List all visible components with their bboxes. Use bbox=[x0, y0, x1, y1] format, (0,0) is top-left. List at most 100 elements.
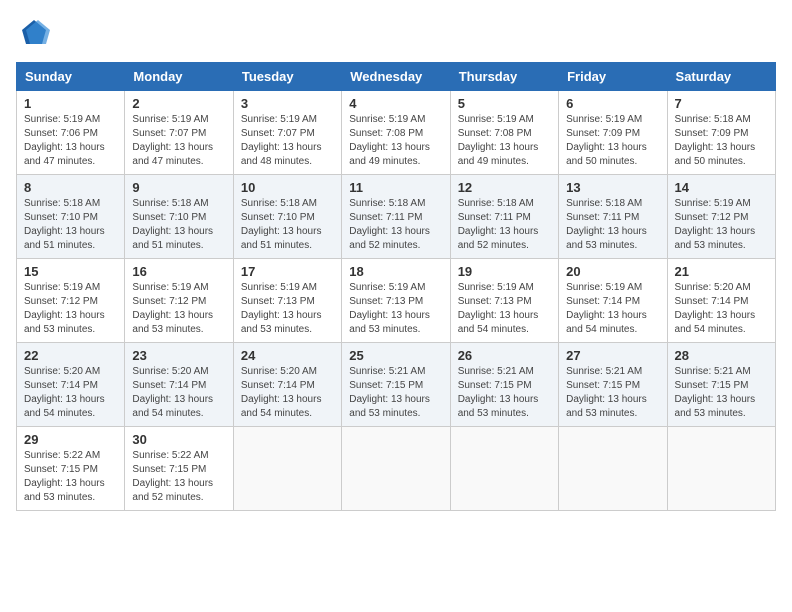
day-cell-26: 26 Sunrise: 5:21 AMSunset: 7:15 PMDaylig… bbox=[450, 343, 558, 427]
day-info: Sunrise: 5:22 AMSunset: 7:15 PMDaylight:… bbox=[132, 450, 213, 503]
day-info: Sunrise: 5:18 AMSunset: 7:10 PMDaylight:… bbox=[241, 198, 322, 251]
empty-cell bbox=[233, 427, 341, 511]
day-info: Sunrise: 5:18 AMSunset: 7:11 PMDaylight:… bbox=[458, 198, 539, 251]
week-row-3: 15 Sunrise: 5:19 AMSunset: 7:12 PMDaylig… bbox=[17, 259, 776, 343]
day-number: 14 bbox=[675, 180, 768, 195]
day-number: 28 bbox=[675, 348, 768, 363]
header-cell-saturday: Saturday bbox=[667, 63, 775, 91]
day-cell-6: 6 Sunrise: 5:19 AMSunset: 7:09 PMDayligh… bbox=[559, 91, 667, 175]
day-cell-8: 8 Sunrise: 5:18 AMSunset: 7:10 PMDayligh… bbox=[17, 175, 125, 259]
day-cell-13: 13 Sunrise: 5:18 AMSunset: 7:11 PMDaylig… bbox=[559, 175, 667, 259]
header-row: SundayMondayTuesdayWednesdayThursdayFrid… bbox=[17, 63, 776, 91]
day-info: Sunrise: 5:21 AMSunset: 7:15 PMDaylight:… bbox=[458, 366, 539, 419]
day-cell-17: 17 Sunrise: 5:19 AMSunset: 7:13 PMDaylig… bbox=[233, 259, 341, 343]
day-cell-19: 19 Sunrise: 5:19 AMSunset: 7:13 PMDaylig… bbox=[450, 259, 558, 343]
day-cell-1: 1 Sunrise: 5:19 AMSunset: 7:06 PMDayligh… bbox=[17, 91, 125, 175]
day-number: 13 bbox=[566, 180, 659, 195]
day-cell-15: 15 Sunrise: 5:19 AMSunset: 7:12 PMDaylig… bbox=[17, 259, 125, 343]
header-cell-tuesday: Tuesday bbox=[233, 63, 341, 91]
day-info: Sunrise: 5:19 AMSunset: 7:09 PMDaylight:… bbox=[566, 114, 647, 167]
day-number: 29 bbox=[24, 432, 117, 447]
day-number: 3 bbox=[241, 96, 334, 111]
day-info: Sunrise: 5:22 AMSunset: 7:15 PMDaylight:… bbox=[24, 450, 105, 503]
day-cell-18: 18 Sunrise: 5:19 AMSunset: 7:13 PMDaylig… bbox=[342, 259, 450, 343]
day-info: Sunrise: 5:19 AMSunset: 7:07 PMDaylight:… bbox=[241, 114, 322, 167]
day-number: 27 bbox=[566, 348, 659, 363]
day-cell-30: 30 Sunrise: 5:22 AMSunset: 7:15 PMDaylig… bbox=[125, 427, 233, 511]
header bbox=[16, 16, 776, 52]
day-cell-11: 11 Sunrise: 5:18 AMSunset: 7:11 PMDaylig… bbox=[342, 175, 450, 259]
week-row-5: 29 Sunrise: 5:22 AMSunset: 7:15 PMDaylig… bbox=[17, 427, 776, 511]
day-info: Sunrise: 5:18 AMSunset: 7:11 PMDaylight:… bbox=[349, 198, 430, 251]
day-number: 17 bbox=[241, 264, 334, 279]
week-row-2: 8 Sunrise: 5:18 AMSunset: 7:10 PMDayligh… bbox=[17, 175, 776, 259]
calendar-table: SundayMondayTuesdayWednesdayThursdayFrid… bbox=[16, 62, 776, 511]
day-info: Sunrise: 5:19 AMSunset: 7:08 PMDaylight:… bbox=[349, 114, 430, 167]
day-info: Sunrise: 5:19 AMSunset: 7:12 PMDaylight:… bbox=[132, 282, 213, 335]
day-cell-2: 2 Sunrise: 5:19 AMSunset: 7:07 PMDayligh… bbox=[125, 91, 233, 175]
day-info: Sunrise: 5:18 AMSunset: 7:09 PMDaylight:… bbox=[675, 114, 756, 167]
day-info: Sunrise: 5:19 AMSunset: 7:06 PMDaylight:… bbox=[24, 114, 105, 167]
day-number: 4 bbox=[349, 96, 442, 111]
day-number: 12 bbox=[458, 180, 551, 195]
day-number: 26 bbox=[458, 348, 551, 363]
day-number: 15 bbox=[24, 264, 117, 279]
day-number: 30 bbox=[132, 432, 225, 447]
day-cell-22: 22 Sunrise: 5:20 AMSunset: 7:14 PMDaylig… bbox=[17, 343, 125, 427]
day-cell-21: 21 Sunrise: 5:20 AMSunset: 7:14 PMDaylig… bbox=[667, 259, 775, 343]
logo-icon bbox=[16, 16, 52, 52]
day-cell-4: 4 Sunrise: 5:19 AMSunset: 7:08 PMDayligh… bbox=[342, 91, 450, 175]
day-info: Sunrise: 5:19 AMSunset: 7:08 PMDaylight:… bbox=[458, 114, 539, 167]
day-number: 9 bbox=[132, 180, 225, 195]
day-info: Sunrise: 5:21 AMSunset: 7:15 PMDaylight:… bbox=[566, 366, 647, 419]
day-info: Sunrise: 5:21 AMSunset: 7:15 PMDaylight:… bbox=[349, 366, 430, 419]
day-info: Sunrise: 5:18 AMSunset: 7:11 PMDaylight:… bbox=[566, 198, 647, 251]
day-number: 20 bbox=[566, 264, 659, 279]
day-info: Sunrise: 5:19 AMSunset: 7:12 PMDaylight:… bbox=[24, 282, 105, 335]
day-number: 11 bbox=[349, 180, 442, 195]
day-number: 5 bbox=[458, 96, 551, 111]
day-cell-3: 3 Sunrise: 5:19 AMSunset: 7:07 PMDayligh… bbox=[233, 91, 341, 175]
day-cell-7: 7 Sunrise: 5:18 AMSunset: 7:09 PMDayligh… bbox=[667, 91, 775, 175]
day-info: Sunrise: 5:19 AMSunset: 7:07 PMDaylight:… bbox=[132, 114, 213, 167]
day-info: Sunrise: 5:19 AMSunset: 7:12 PMDaylight:… bbox=[675, 198, 756, 251]
day-cell-27: 27 Sunrise: 5:21 AMSunset: 7:15 PMDaylig… bbox=[559, 343, 667, 427]
week-row-1: 1 Sunrise: 5:19 AMSunset: 7:06 PMDayligh… bbox=[17, 91, 776, 175]
day-info: Sunrise: 5:19 AMSunset: 7:13 PMDaylight:… bbox=[458, 282, 539, 335]
day-cell-16: 16 Sunrise: 5:19 AMSunset: 7:12 PMDaylig… bbox=[125, 259, 233, 343]
empty-cell bbox=[342, 427, 450, 511]
day-info: Sunrise: 5:19 AMSunset: 7:13 PMDaylight:… bbox=[349, 282, 430, 335]
day-number: 10 bbox=[241, 180, 334, 195]
day-number: 2 bbox=[132, 96, 225, 111]
day-cell-12: 12 Sunrise: 5:18 AMSunset: 7:11 PMDaylig… bbox=[450, 175, 558, 259]
day-cell-20: 20 Sunrise: 5:19 AMSunset: 7:14 PMDaylig… bbox=[559, 259, 667, 343]
day-info: Sunrise: 5:18 AMSunset: 7:10 PMDaylight:… bbox=[132, 198, 213, 251]
day-info: Sunrise: 5:20 AMSunset: 7:14 PMDaylight:… bbox=[132, 366, 213, 419]
header-cell-wednesday: Wednesday bbox=[342, 63, 450, 91]
empty-cell bbox=[667, 427, 775, 511]
day-number: 8 bbox=[24, 180, 117, 195]
day-info: Sunrise: 5:20 AMSunset: 7:14 PMDaylight:… bbox=[241, 366, 322, 419]
empty-cell bbox=[450, 427, 558, 511]
day-cell-10: 10 Sunrise: 5:18 AMSunset: 7:10 PMDaylig… bbox=[233, 175, 341, 259]
week-row-4: 22 Sunrise: 5:20 AMSunset: 7:14 PMDaylig… bbox=[17, 343, 776, 427]
day-number: 1 bbox=[24, 96, 117, 111]
day-number: 22 bbox=[24, 348, 117, 363]
day-cell-5: 5 Sunrise: 5:19 AMSunset: 7:08 PMDayligh… bbox=[450, 91, 558, 175]
header-cell-monday: Monday bbox=[125, 63, 233, 91]
logo bbox=[16, 16, 58, 52]
header-cell-friday: Friday bbox=[559, 63, 667, 91]
header-cell-sunday: Sunday bbox=[17, 63, 125, 91]
day-info: Sunrise: 5:20 AMSunset: 7:14 PMDaylight:… bbox=[675, 282, 756, 335]
day-info: Sunrise: 5:21 AMSunset: 7:15 PMDaylight:… bbox=[675, 366, 756, 419]
day-number: 19 bbox=[458, 264, 551, 279]
day-cell-24: 24 Sunrise: 5:20 AMSunset: 7:14 PMDaylig… bbox=[233, 343, 341, 427]
header-cell-thursday: Thursday bbox=[450, 63, 558, 91]
day-info: Sunrise: 5:19 AMSunset: 7:13 PMDaylight:… bbox=[241, 282, 322, 335]
day-number: 23 bbox=[132, 348, 225, 363]
day-number: 6 bbox=[566, 96, 659, 111]
day-number: 21 bbox=[675, 264, 768, 279]
day-number: 25 bbox=[349, 348, 442, 363]
day-cell-25: 25 Sunrise: 5:21 AMSunset: 7:15 PMDaylig… bbox=[342, 343, 450, 427]
day-cell-29: 29 Sunrise: 5:22 AMSunset: 7:15 PMDaylig… bbox=[17, 427, 125, 511]
